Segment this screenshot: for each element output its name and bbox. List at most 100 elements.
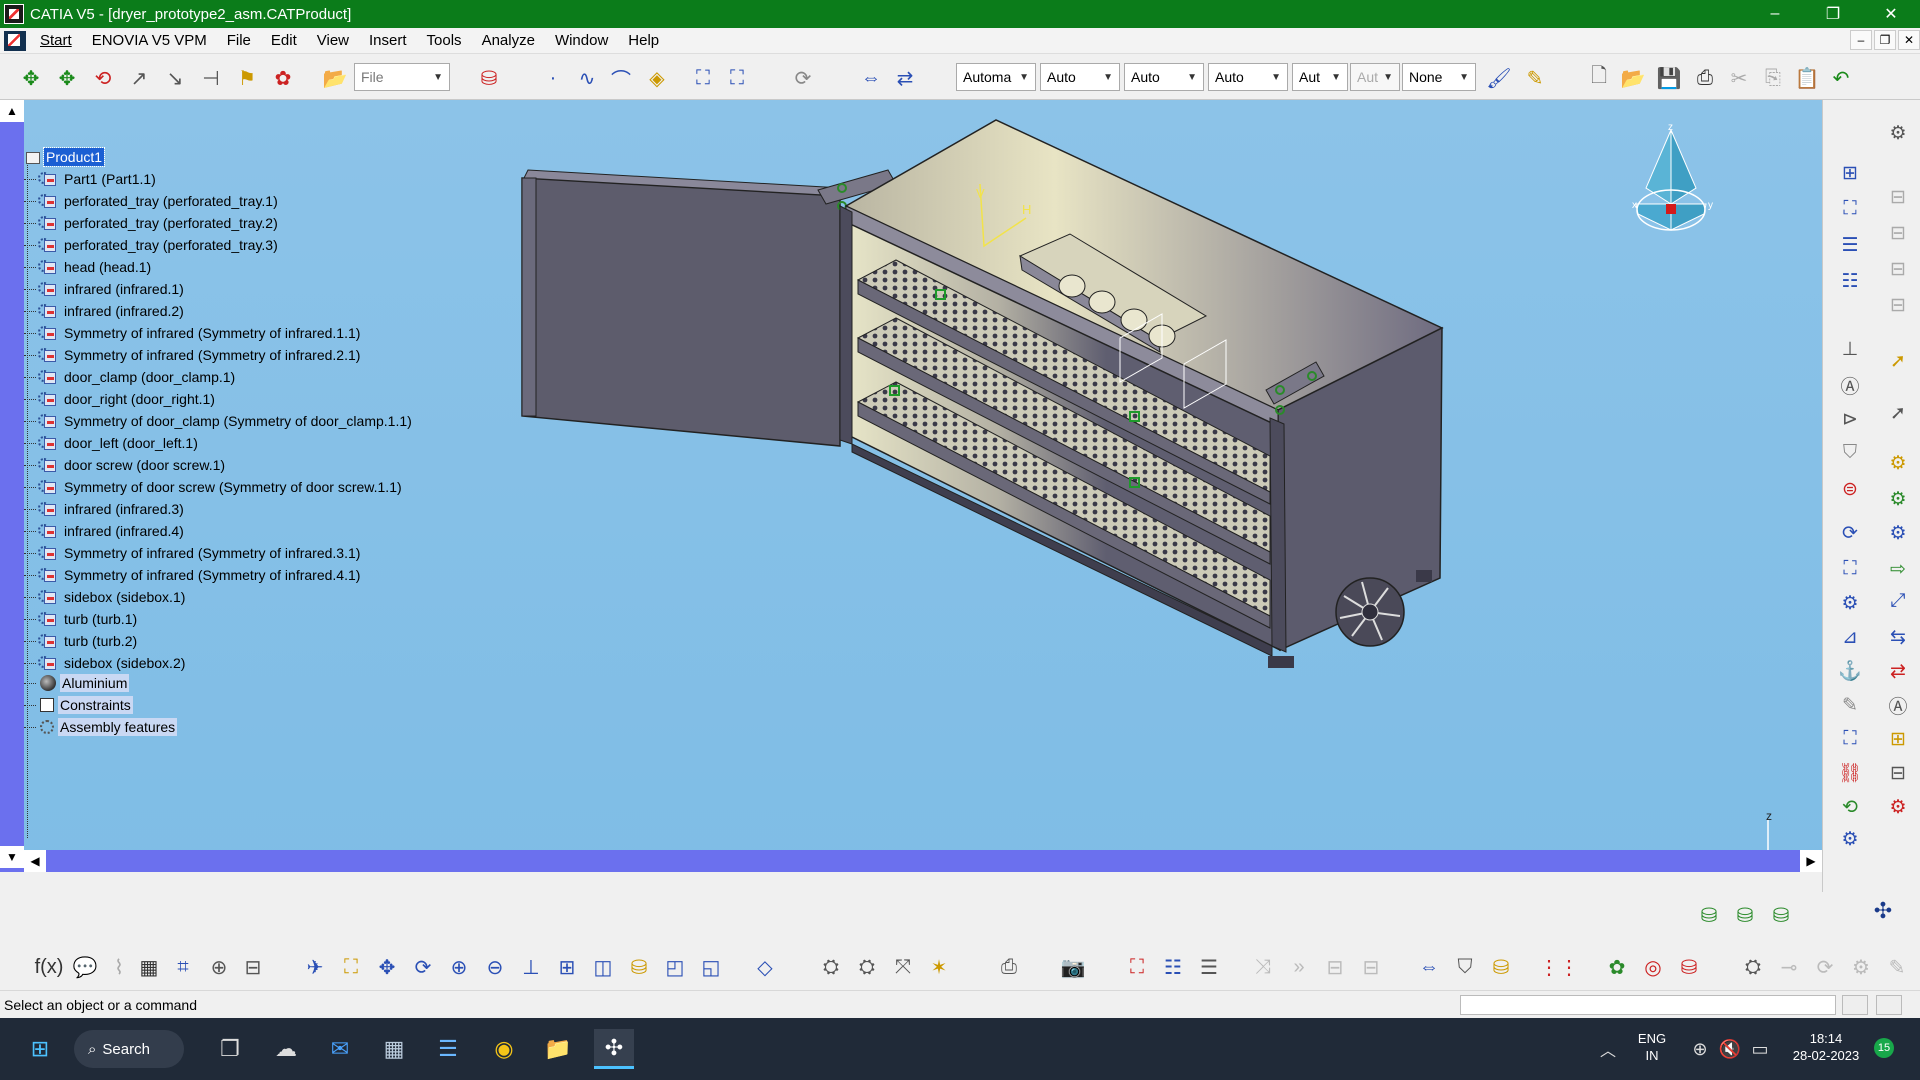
anchor-icon[interactable]: ⚓: [1837, 658, 1863, 684]
camera-icon[interactable]: 📷: [1060, 954, 1086, 980]
measure-item-icon[interactable]: ⇄: [892, 65, 918, 91]
split-icon[interactable]: ⊿: [1837, 624, 1863, 650]
menu-enovia[interactable]: ENOVIA V5 VPM: [86, 32, 221, 49]
surface-icon[interactable]: ◈: [644, 65, 670, 91]
tree-node-part[interactable]: perforated_tray (perforated_tray.1): [24, 190, 280, 212]
command-clear-button[interactable]: [1876, 995, 1902, 1015]
command-input[interactable]: [1460, 995, 1836, 1015]
formula-icon[interactable]: f(x): [35, 954, 64, 980]
weather-cloud-icon[interactable]: ☁: [266, 1029, 306, 1069]
tree-node-label[interactable]: infrared (infrared.4): [62, 522, 186, 540]
color-combo[interactable]: Automa ▼: [956, 63, 1036, 91]
undo-icon[interactable]: ↶: [1828, 65, 1854, 91]
tree-node-label[interactable]: turb (turb.1): [62, 610, 139, 628]
doc-restore-button[interactable]: ❐: [1874, 30, 1896, 50]
settings-gear-icon[interactable]: ⚙: [1885, 120, 1911, 146]
open-icon[interactable]: 📂: [1620, 65, 1646, 91]
taskbar-search[interactable]: ⌕ Search: [74, 1030, 184, 1068]
tree-node-part[interactable]: turb (turb.1): [24, 608, 139, 630]
scroll-up-icon[interactable]: ▲: [0, 100, 24, 122]
reuse-pattern-icon[interactable]: ⇆: [1885, 624, 1911, 650]
angle-constraint-icon[interactable]: ⟳: [1837, 520, 1863, 546]
tree-node-part[interactable]: perforated_tray (perforated_tray.3): [24, 234, 280, 256]
pan-view-icon[interactable]: ✥: [374, 954, 400, 980]
tree-node-label[interactable]: door_right (door_right.1): [62, 390, 217, 408]
quick-constraint-icon[interactable]: ⛶: [1837, 556, 1863, 582]
symmetry-icon[interactable]: ⊟: [1885, 760, 1911, 786]
catalog-browser-icon[interactable]: ⛶: [724, 65, 750, 91]
tree-node-label[interactable]: Part1 (Part1.1): [62, 170, 158, 188]
menu-edit[interactable]: Edit: [265, 32, 311, 49]
send-to-icon[interactable]: ⛁: [1732, 902, 1758, 928]
new-document-icon[interactable]: 🗋: [1586, 65, 1612, 91]
document-menu-icon[interactable]: [4, 30, 26, 51]
desk-icon[interactable]: ⛁: [1768, 902, 1794, 928]
material-apply-icon[interactable]: ◎: [1640, 954, 1666, 980]
catalog-view-icon[interactable]: ⛭: [818, 954, 844, 980]
tree-node-label[interactable]: Symmetry of infrared (Symmetry of infrar…: [62, 566, 362, 584]
new-component-icon[interactable]: ⊞: [1837, 160, 1863, 186]
normal-view-icon[interactable]: ⊥: [518, 954, 544, 980]
point-icon[interactable]: ·: [540, 65, 566, 91]
apply-material-icon[interactable]: ⛁: [1676, 954, 1702, 980]
flexible-rigid-icon[interactable]: ⤢: [1885, 588, 1911, 614]
swap-space-icon[interactable]: ◱: [698, 954, 724, 980]
coincidence-constraint-icon[interactable]: ⊜: [1837, 476, 1863, 502]
tree-node-label[interactable]: door_clamp (door_clamp.1): [62, 368, 237, 386]
knowledge-advisor-icon[interactable]: 💬: [72, 954, 98, 980]
3d-viewport[interactable]: V H ▲ ▼ Product1 Part1 (Part1.1) perfora…: [0, 100, 1822, 872]
chrome-icon[interactable]: ◉: [484, 1029, 524, 1069]
text-annotation-icon[interactable]: Ⓐ: [1837, 372, 1863, 398]
menu-window[interactable]: Window: [549, 32, 622, 49]
zoom-out-icon[interactable]: ⊖: [482, 954, 508, 980]
rendering-style-combo[interactable]: None ▼: [1402, 63, 1476, 91]
tree-node-part[interactable]: infrared (infrared.2): [24, 300, 186, 322]
tree-node-part[interactable]: Symmetry of door_clamp (Symmetry of door…: [24, 410, 414, 432]
properties-icon[interactable]: ⊟: [240, 954, 266, 980]
catalog-icon[interactable]: ⛶: [690, 65, 716, 91]
bom-icon[interactable]: ☷: [1160, 954, 1186, 980]
catia-taskbar-icon[interactable]: ✣: [594, 1029, 634, 1069]
tree-node-part[interactable]: door screw (door screw.1): [24, 454, 227, 476]
hole-icon[interactable]: ⇄: [1885, 658, 1911, 684]
mail-icon[interactable]: ✉: [320, 1029, 360, 1069]
doc-close-button[interactable]: ✕: [1898, 30, 1920, 50]
cursor-icon[interactable]: ➚: [1885, 400, 1911, 426]
stop-manipulate-icon[interactable]: ⊣: [198, 65, 224, 91]
tree-node-label[interactable]: sidebox (sidebox.1): [62, 588, 187, 606]
fix-together-icon[interactable]: ⇨: [1885, 556, 1911, 582]
tree-node-part[interactable]: Symmetry of infrared (Symmetry of infrar…: [24, 322, 362, 344]
tree-node-part[interactable]: sidebox (sidebox.2): [24, 652, 187, 674]
measure-between-icon[interactable]: ⇔: [858, 65, 884, 91]
view-compass[interactable]: z x y: [1616, 114, 1726, 244]
capture-icon[interactable]: ⎙: [996, 954, 1022, 980]
tree-node-label[interactable]: Aluminium: [60, 674, 130, 692]
print-icon[interactable]: ⎙: [1692, 65, 1718, 91]
menu-insert[interactable]: Insert: [363, 32, 421, 49]
tree-node-part[interactable]: Part1 (Part1.1): [24, 168, 158, 190]
smart-move-icon[interactable]: ⚑: [234, 65, 260, 91]
design-table-icon[interactable]: ▦: [136, 954, 162, 980]
command-history-button[interactable]: [1842, 995, 1868, 1015]
calculator-icon[interactable]: ▦: [374, 1029, 414, 1069]
grid-icon[interactable]: ⋮⋮: [1539, 954, 1579, 980]
menu-analyze[interactable]: Analyze: [476, 32, 549, 49]
multi-view-icon[interactable]: ⊞: [554, 954, 580, 980]
generate-numbering-icon[interactable]: ☷: [1837, 268, 1863, 294]
fix-constraint-icon[interactable]: ⚙: [1885, 450, 1911, 476]
fit-all-icon[interactable]: ⛶: [338, 954, 364, 980]
scroll-down-icon[interactable]: ▼: [0, 846, 24, 868]
format-painter-icon[interactable]: 🖌: [1486, 65, 1512, 91]
transparency-combo[interactable]: Auto ▼: [1040, 63, 1120, 91]
tree-node-label[interactable]: Symmetry of door screw (Symmetry of door…: [62, 478, 404, 496]
render-icon[interactable]: ✿: [1604, 954, 1630, 980]
spline-icon[interactable]: ∿: [574, 65, 600, 91]
select-arrow-icon[interactable]: ➚: [1885, 348, 1911, 374]
sectioning-icon[interactable]: ⛉: [1452, 954, 1478, 980]
tree-node-part[interactable]: door_clamp (door_clamp.1): [24, 366, 237, 388]
law-icon[interactable]: ⌗: [170, 954, 196, 980]
manipulate-icon[interactable]: ⛭: [854, 954, 880, 980]
save-icon[interactable]: 💾: [1656, 65, 1682, 91]
new-product-icon[interactable]: ⛶: [1837, 196, 1863, 222]
graph-tree-icon[interactable]: ☰: [1837, 232, 1863, 258]
